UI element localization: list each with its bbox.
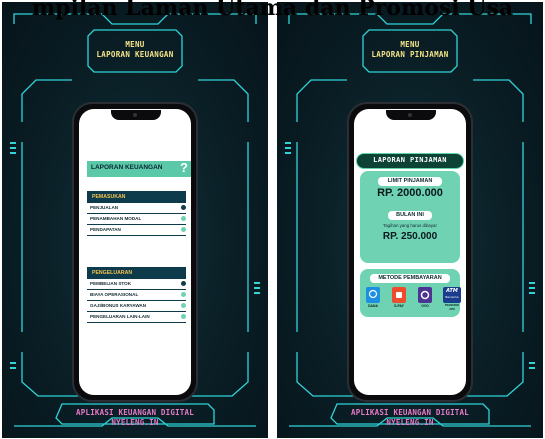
camera-dot [133,113,137,117]
status-dot-icon [181,303,186,308]
dana-icon[interactable] [366,287,380,303]
footer-line1: APLIKASI KEUANGAN DIGITAL [351,408,469,417]
menu-label: MENU LAPORAN PINJAMAN [277,40,543,60]
footer-line1: APLIKASI KEUANGAN DIGITAL [76,408,194,417]
month-value: RP. 250.000 [382,231,438,242]
header-title: LAPORAN PINJAMAN [373,156,447,164]
payment-label-atm: TRANSFER ATM [444,304,460,311]
list-item-pendapatan[interactable]: PENDAPATAN [87,225,186,236]
phone-screen: LAPORAN KEUANGAN ? PEMASUKAN PENJUALAN P… [79,109,191,395]
limit-label: LIMIT PINJAMAN [378,177,442,186]
list-item-penambahan-modal[interactable]: PENAMBAHAN MODAL [87,214,186,225]
status-dot-icon [181,292,186,297]
payment-label-ovo: OVO [421,304,429,308]
camera-dot [408,113,412,117]
footer-label: APLIKASI KEUANGAN DIGITAL NYELENG.IN [2,408,268,428]
ovo-icon[interactable] [418,287,432,303]
menu-label-line1: MENU [125,40,145,49]
menu-label-line2: LAPORAN KEUANGAN [96,50,174,59]
list-item-gaji-bonus[interactable]: GAJI/BONUS KARYAWAN [87,301,186,312]
phone-notch [386,110,436,120]
ovo-logo [420,290,430,300]
limit-value: RP. 2000.000 [377,187,443,199]
payment-methods-card: METODE PEMBAYARAN DANA S-PAY OVO ATM Ber… [360,269,461,317]
status-dot-icon [181,314,186,319]
status-dot-icon [181,205,186,210]
panel-laporan-keuangan: MENU LAPORAN KEUANGAN LAPORAN KEUANGAN ?… [2,2,268,438]
dana-logo [368,289,378,299]
item-label: PENDAPATAN [90,227,121,232]
footer-label: APLIKASI KEUANGAN DIGITAL NYELENG.IN [277,408,543,428]
help-icon[interactable]: ? [180,160,188,175]
footer-line2: NYELENG.IN [386,418,434,427]
atm-logo-text: ATM [446,288,458,294]
section-pemasukan: PEMASUKAN PENJUALAN PENAMBAHAN MODAL PEN… [87,191,186,236]
phone-mockup: LAPORAN KEUANGAN ? PEMASUKAN PENJUALAN P… [72,102,198,402]
section-title: PENGELUARAN [87,267,186,279]
item-label: GAJI/BONUS KARYAWAN [90,303,147,308]
status-dot-icon [181,227,186,232]
list-item-biaya-operasional[interactable]: BIAYA OPERASIONAL [87,290,186,301]
phone-notch [111,110,161,120]
item-label: PENJUALAN [90,205,119,210]
panel-laporan-pinjaman: MENU LAPORAN PINJAMAN LAPORAN PINJAMAN L… [277,2,543,438]
phone-mockup: LAPORAN PINJAMAN LIMIT PINJAMAN RP. 2000… [347,102,473,402]
month-label: BULAN INI [388,211,432,220]
shopeepay-icon[interactable] [392,287,406,303]
payment-label-spay: S-PAY [394,304,404,308]
section-title: PEMASUKAN [87,191,186,203]
section-pengeluaran: PENGELUARAN PEMBELIAN STOK BIAYA OPERASI… [87,267,186,323]
menu-label: MENU LAPORAN KEUANGAN [2,40,268,60]
menu-label-line2: LAPORAN PINJAMAN [371,50,449,59]
header-title: LAPORAN KEUANGAN [91,164,163,171]
laporan-pinjaman-header: LAPORAN PINJAMAN [356,153,464,169]
list-item-penjualan[interactable]: PENJUALAN [87,203,186,214]
item-label: PEMBELIAN STOK [90,281,132,286]
status-dot-icon [181,216,186,221]
atm-logo-subtext: Bersama [445,295,459,299]
month-subtitle: Tagihan yang harus dibayar [383,223,437,228]
menu-label-line1: MENU [400,40,420,49]
page-title: mpilan Laman Utama dan Promosi Usa [31,0,514,21]
status-dot-icon [181,281,186,286]
payment-label-dana: DANA [368,304,378,308]
loan-summary-card: LIMIT PINJAMAN RP. 2000.000 BULAN INI Ta… [360,171,460,263]
atm-bersama-icon[interactable]: ATM Bersama [443,287,461,303]
laporan-keuangan-header: LAPORAN KEUANGAN ? [87,160,191,177]
phone-screen: LAPORAN PINJAMAN LIMIT PINJAMAN RP. 2000… [354,109,466,395]
item-label: PENAMBAHAN MODAL [90,216,142,221]
item-label: BIAYA OPERASIONAL [90,292,139,297]
shopeepay-logo [396,292,402,298]
list-item-pembelian-stok[interactable]: PEMBELIAN STOK [87,279,186,290]
item-label: PENGELUARAN LAIN-LAIN [90,314,150,319]
footer-line2: NYELENG.IN [111,418,159,427]
payment-title: METODE PEMBAYARAN [370,274,450,283]
list-item-pengeluaran-lain[interactable]: PENGELUARAN LAIN-LAIN [87,312,186,323]
